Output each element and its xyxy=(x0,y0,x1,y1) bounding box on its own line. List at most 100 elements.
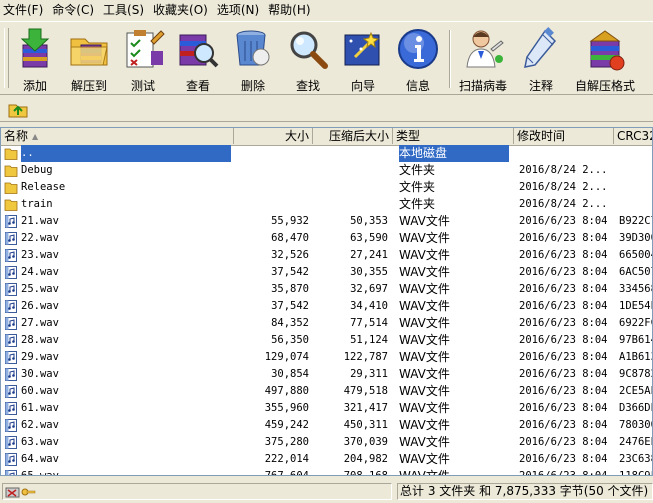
cell-crc: 780300 xyxy=(619,419,652,431)
cell-size: 375,280 xyxy=(264,436,309,448)
file-row[interactable]: 64.wav 222,014 204,982 WAV文件 2016/6/23 8:04 2… xyxy=(1,451,652,468)
wav-file-icon xyxy=(5,317,17,330)
find-button[interactable]: 查找 xyxy=(282,25,334,93)
file-row[interactable]: 29.wav 129,074 122,787 WAV文件 2016/6/23 8:04 A… xyxy=(1,349,652,366)
cell-name: 24.wav xyxy=(21,266,59,278)
column-name-label: 名称 xyxy=(4,129,29,143)
cell-size xyxy=(234,145,309,162)
file-row[interactable]: 28.wav 56,350 51,124 WAV文件 2016/6/23 8:04 97B… xyxy=(1,332,652,349)
test-button[interactable]: 测试 xyxy=(117,25,169,93)
cell-type: WAV文件 xyxy=(399,214,450,228)
comment-button[interactable]: 注释 xyxy=(515,25,567,93)
sfx-button[interactable]: 自解压格式 xyxy=(572,25,638,93)
file-row[interactable]: 65.wav 767,604 708,168 WAV文件 2016/6/23 8:04 1… xyxy=(1,468,652,476)
cell-crc: 665004 xyxy=(619,249,652,261)
cell-type: WAV文件 xyxy=(399,350,450,364)
menu-commands[interactable]: 命令(C) xyxy=(49,0,100,20)
cell-packed: 34,410 xyxy=(350,300,388,312)
comment-icon xyxy=(524,27,557,68)
cell-modified: 2016/6/23 8:04 xyxy=(519,385,608,397)
add-button[interactable]: 添加 xyxy=(9,25,61,93)
cell-name: 26.wav xyxy=(21,300,59,312)
extract-to-button[interactable]: 解压到 xyxy=(63,25,115,93)
column-size[interactable]: 大小 xyxy=(234,128,313,144)
delete-button[interactable]: 删除 xyxy=(227,25,279,93)
cell-packed: 321,417 xyxy=(343,402,388,414)
column-modified[interactable]: 修改时间 xyxy=(514,128,614,144)
menu-file[interactable]: 文件(F) xyxy=(0,0,49,20)
cell-crc: 2CE5AE xyxy=(619,385,652,397)
cell-crc: 334568 xyxy=(619,283,652,295)
cell-modified: 2016/6/23 8:04 xyxy=(519,470,608,476)
file-row[interactable]: Debug 文件夹 2016/8/24 2... xyxy=(1,162,652,179)
file-row[interactable]: 27.wav 84,352 77,514 WAV文件 2016/6/23 8:04 692… xyxy=(1,315,652,332)
up-folder-icon[interactable] xyxy=(7,99,29,119)
wav-file-icon xyxy=(5,402,17,415)
wav-file-icon xyxy=(5,283,17,296)
cell-modified: 2016/8/24 2... xyxy=(519,198,608,210)
cell-packed: 77,514 xyxy=(350,317,388,329)
folder-icon xyxy=(4,165,18,177)
file-list[interactable]: 名称 ▲ 大小 压缩后大小 类型 修改时间 CRC32 .. 本地磁盘 Debug 文件… xyxy=(0,127,653,476)
cell-size: 222,014 xyxy=(264,453,309,465)
folder-icon xyxy=(4,182,18,194)
scan-virus-button[interactable]: 扫描病毒 xyxy=(455,25,511,93)
cell-modified: 2016/6/23 8:04 xyxy=(519,266,608,278)
sfx-icon xyxy=(589,30,625,71)
cell-crc: 9C8782 xyxy=(619,368,652,380)
cell-modified: 2016/6/23 8:04 xyxy=(519,232,608,244)
file-row[interactable]: .. 本地磁盘 xyxy=(1,145,652,162)
file-row[interactable]: 30.wav 30,854 29,311 WAV文件 2016/6/23 8:04 9C8… xyxy=(1,366,652,383)
info-label: 信息 xyxy=(405,79,430,93)
add-icon xyxy=(20,28,50,68)
file-row[interactable]: 26.wav 37,542 34,410 WAV文件 2016/6/23 8:04 1DE… xyxy=(1,298,652,315)
cell-packed: 63,590 xyxy=(350,232,388,244)
file-row[interactable]: 61.wav 355,960 321,417 WAV文件 2016/6/23 8:04 D… xyxy=(1,400,652,417)
menu-options[interactable]: 选项(N) xyxy=(214,0,265,20)
cell-crc: B922C7 xyxy=(619,215,652,227)
file-row[interactable]: 22.wav 68,470 63,590 WAV文件 2016/6/23 8:04 39D… xyxy=(1,230,652,247)
cell-type: 文件夹 xyxy=(399,163,436,177)
sort-ascending-icon: ▲ xyxy=(32,132,39,141)
cell-modified: 2016/6/23 8:04 xyxy=(519,215,608,227)
cell-size: 30,854 xyxy=(271,368,309,380)
menu-help[interactable]: 帮助(H) xyxy=(265,0,316,20)
info-button[interactable]: 信息 xyxy=(392,25,444,93)
cell-packed: 450,311 xyxy=(343,419,388,431)
column-crc32[interactable]: CRC32 xyxy=(614,128,652,144)
cell-name: Debug xyxy=(21,164,53,176)
file-row[interactable]: 63.wav 375,280 370,039 WAV文件 2016/6/23 8:04 2… xyxy=(1,434,652,451)
file-row[interactable]: 25.wav 35,870 32,697 WAV文件 2016/6/23 8:04 334… xyxy=(1,281,652,298)
cell-packed: 50,353 xyxy=(350,215,388,227)
cell-type: 本地磁盘 xyxy=(399,145,509,162)
view-label: 查看 xyxy=(185,79,210,93)
column-name[interactable]: 名称 ▲ xyxy=(1,128,234,144)
wizard-button[interactable]: 向导 xyxy=(337,25,389,93)
file-row[interactable]: 24.wav 37,542 30,355 WAV文件 2016/6/23 8:04 6AC… xyxy=(1,264,652,281)
cell-size: 68,470 xyxy=(271,232,309,244)
view-button[interactable]: 查看 xyxy=(172,25,224,93)
cell-modified: 2016/6/23 8:04 xyxy=(519,419,608,431)
menu-favorites[interactable]: 收藏夹(O) xyxy=(150,0,214,20)
file-row[interactable]: train 文件夹 2016/8/24 2... xyxy=(1,196,652,213)
file-row[interactable]: 23.wav 32,526 27,241 WAV文件 2016/6/23 8:04 665… xyxy=(1,247,652,264)
wav-file-icon xyxy=(5,368,17,381)
file-row[interactable]: 62.wav 459,242 450,311 WAV文件 2016/6/23 8:04 7… xyxy=(1,417,652,434)
file-row[interactable]: 21.wav 55,932 50,353 WAV文件 2016/6/23 8:04 B92… xyxy=(1,213,652,230)
cell-type: 文件夹 xyxy=(399,197,436,211)
cell-type: WAV文件 xyxy=(399,231,450,245)
file-row[interactable]: Release 文件夹 2016/8/24 2... xyxy=(1,179,652,196)
cell-modified: 2016/6/23 8:04 xyxy=(519,402,608,414)
wav-file-icon xyxy=(5,215,17,228)
cell-packed: 51,124 xyxy=(350,334,388,346)
cell-modified: 2016/6/23 8:04 xyxy=(519,334,608,346)
cell-modified: 2016/6/23 8:04 xyxy=(519,300,608,312)
cell-crc: A1B613 xyxy=(619,351,652,363)
column-type[interactable]: 类型 xyxy=(393,128,514,144)
file-row[interactable]: 60.wav 497,880 479,518 WAV文件 2016/6/23 8:04 2… xyxy=(1,383,652,400)
column-packed-size[interactable]: 压缩后大小 xyxy=(313,128,393,144)
menu-tools[interactable]: 工具(S) xyxy=(100,0,150,20)
cell-size: 55,932 xyxy=(271,215,309,227)
cell-packed: 370,039 xyxy=(343,436,388,448)
cell-type: WAV文件 xyxy=(399,452,450,466)
